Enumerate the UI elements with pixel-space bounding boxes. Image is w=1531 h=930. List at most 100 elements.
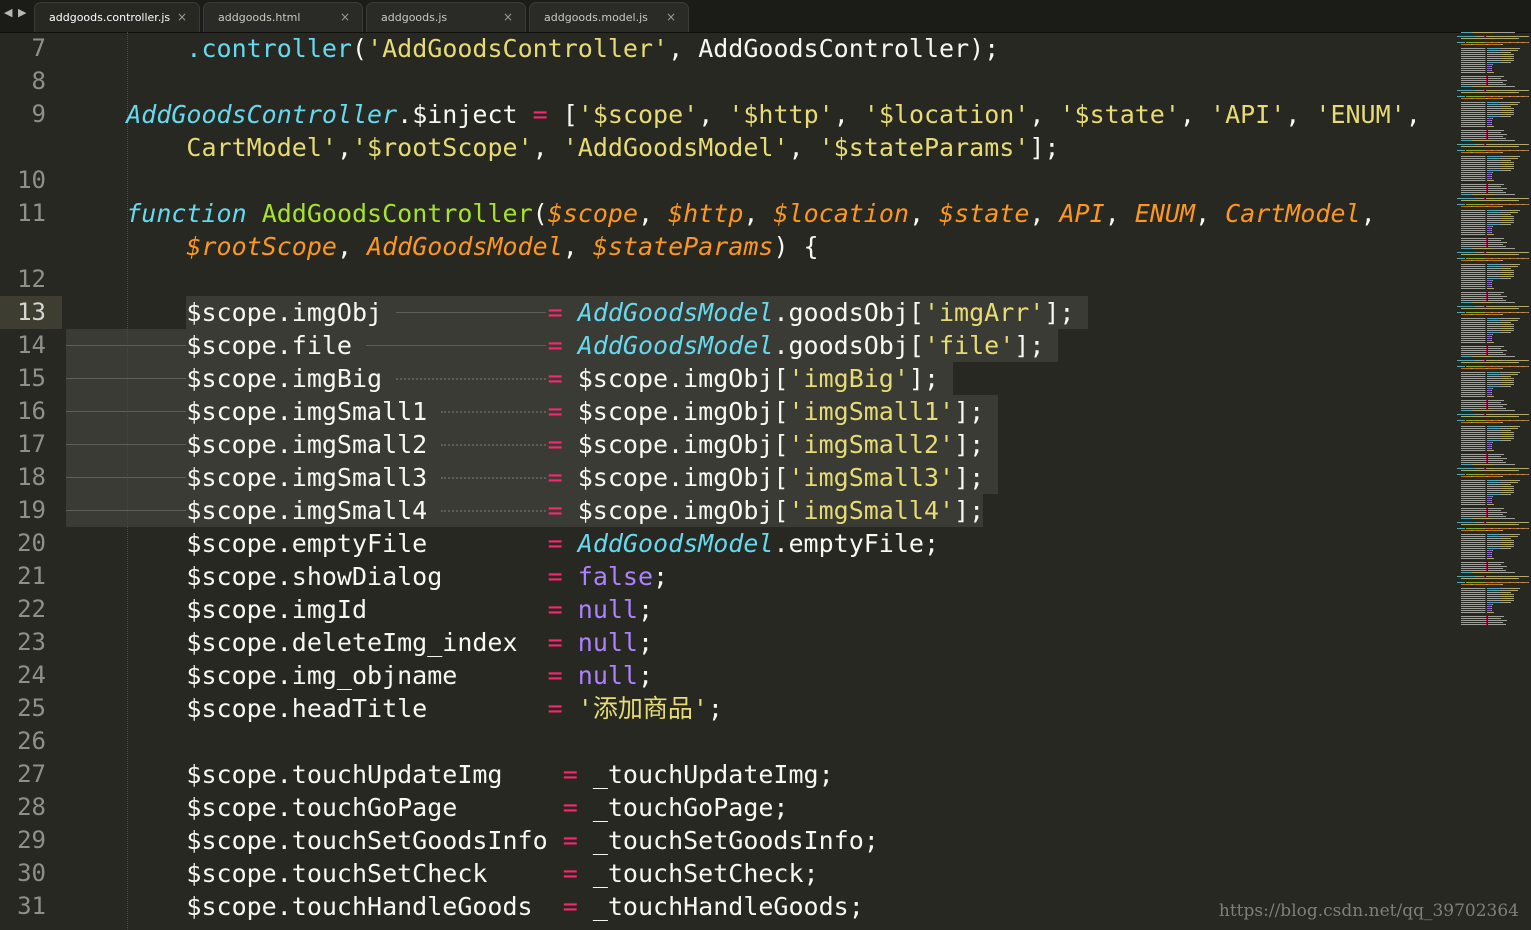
minimap-stroke	[1512, 168, 1514, 169]
code-token: ,	[1029, 199, 1060, 228]
minimap-stroke	[1466, 150, 1484, 151]
minimap-stroke	[1461, 254, 1471, 255]
minimap-stroke	[1487, 306, 1495, 307]
minimap-stroke	[1501, 110, 1512, 111]
minimap-stroke	[1492, 550, 1493, 551]
minimap-stroke	[1487, 544, 1501, 545]
minimap-stroke	[1485, 70, 1486, 71]
code-token: .goodsObj[	[773, 331, 924, 360]
minimap-stroke	[1484, 198, 1485, 199]
minimap-stroke	[1473, 356, 1493, 357]
minimap-stroke	[1485, 124, 1486, 125]
code-token: =	[547, 628, 563, 657]
tab-scroll-arrows[interactable]: ◀ ▶	[4, 6, 27, 19]
minimap-stroke	[1486, 298, 1487, 299]
tab-addgoods-js[interactable]: addgoods.js ×	[366, 2, 526, 32]
minimap-stroke	[1461, 592, 1485, 593]
minimap-stroke	[1485, 120, 1486, 121]
minimap-stroke	[1487, 490, 1501, 491]
minimap-stroke	[1487, 320, 1500, 321]
code-token: ) {	[773, 232, 819, 261]
minimap-stroke	[1487, 160, 1501, 161]
code-token: null	[577, 628, 638, 657]
minimap-stroke	[1510, 210, 1518, 211]
tab-close-icon[interactable]: ×	[340, 10, 350, 24]
line-number: 15	[17, 364, 46, 392]
minimap-stroke	[1485, 340, 1486, 341]
minimap[interactable]	[1447, 32, 1531, 625]
minimap-stroke	[1501, 600, 1512, 601]
tab-addgoods-model[interactable]: addgoods.model.js ×	[529, 2, 689, 32]
minimap-stroke	[1461, 106, 1485, 107]
minimap-stroke	[1473, 518, 1493, 519]
minimap-stroke	[1512, 220, 1514, 221]
minimap-stroke	[1501, 326, 1512, 327]
minimap-stroke	[1461, 458, 1486, 459]
tab-addgoods-controller[interactable]: addgoods.controller.js ×	[34, 2, 200, 32]
tab-close-icon[interactable]: ×	[177, 10, 187, 24]
minimap-stroke	[1519, 522, 1527, 523]
minimap-stroke	[1485, 334, 1486, 335]
minimap-stroke	[1461, 572, 1472, 573]
minimap-stroke	[1528, 474, 1529, 475]
minimap-stroke	[1485, 172, 1486, 173]
minimap-stroke	[1461, 624, 1486, 625]
minimap-stroke	[1461, 82, 1486, 83]
code-token: =	[547, 463, 563, 492]
minimap-stroke	[1457, 576, 1475, 577]
minimap-stroke	[1501, 214, 1509, 215]
tab-close-icon[interactable]: ×	[503, 10, 513, 24]
minimap-stroke	[1486, 454, 1487, 455]
code-token: ,	[638, 199, 669, 228]
minimap-stroke	[1461, 86, 1472, 87]
minimap-stroke	[1484, 360, 1485, 361]
minimap-stroke	[1487, 54, 1501, 55]
minimap-stroke	[1485, 118, 1486, 119]
minimap-stroke	[1516, 482, 1518, 483]
minimap-stroke	[1486, 84, 1487, 85]
minimap-stroke	[1487, 104, 1500, 105]
minimap-stroke	[1461, 464, 1472, 465]
tab-addgoods-html[interactable]: addgoods.html ×	[203, 2, 363, 32]
minimap-stroke	[1492, 118, 1493, 119]
minimap-stroke	[1473, 206, 1486, 207]
code-token: 'AddGoodsController'	[367, 34, 669, 63]
minimap-stroke	[1461, 130, 1486, 131]
minimap-stroke	[1506, 468, 1517, 469]
minimap-stroke	[1487, 268, 1501, 269]
code-editor[interactable]: .controller('AddGoodsController', AddGoo…	[66, 32, 1440, 930]
minimap-stroke	[1493, 464, 1515, 465]
minimap-stroke	[1497, 414, 1504, 415]
minimap-stroke	[1512, 384, 1514, 385]
minimap-stroke	[1528, 366, 1529, 367]
minimap-stroke	[1461, 408, 1486, 409]
minimap-stroke	[1512, 218, 1514, 219]
minimap-stroke	[1500, 440, 1511, 441]
tab-close-icon[interactable]: ×	[666, 10, 676, 24]
minimap-stroke	[1500, 494, 1511, 495]
minimap-stroke	[1461, 444, 1485, 445]
code-token: ,	[1405, 100, 1436, 129]
minimap-stroke	[1500, 372, 1510, 373]
minimap-stroke	[1485, 556, 1486, 557]
minimap-stroke	[1485, 592, 1486, 593]
minimap-stroke	[1493, 126, 1494, 127]
line-number-gutter[interactable]: 7 8 9 10 11 12 13 14 15 16 17 18 19 20 21 22 23 24 25 26 27 2…	[0, 32, 66, 930]
minimap-stroke	[1472, 200, 1484, 201]
code-line: CartModel','$rootScope', 'AddGoodsModel'…	[66, 131, 1059, 164]
minimap-stroke	[1485, 216, 1486, 217]
minimap-stroke	[1461, 388, 1485, 389]
minimap-stroke	[1528, 312, 1529, 313]
minimap-stroke	[1485, 266, 1486, 267]
minimap-stroke	[1486, 616, 1487, 617]
minimap-stroke	[1517, 38, 1519, 39]
minimap-stroke	[1491, 444, 1492, 445]
minimap-stroke	[1519, 468, 1527, 469]
minimap-stroke	[1497, 360, 1504, 361]
minimap-stroke	[1485, 102, 1486, 103]
code-token: ];	[954, 397, 985, 426]
minimap-stroke	[1501, 538, 1509, 539]
code-token: AddGoodsModel	[577, 298, 774, 327]
code-token: $http	[668, 199, 744, 228]
minimap-stroke	[1500, 420, 1509, 421]
